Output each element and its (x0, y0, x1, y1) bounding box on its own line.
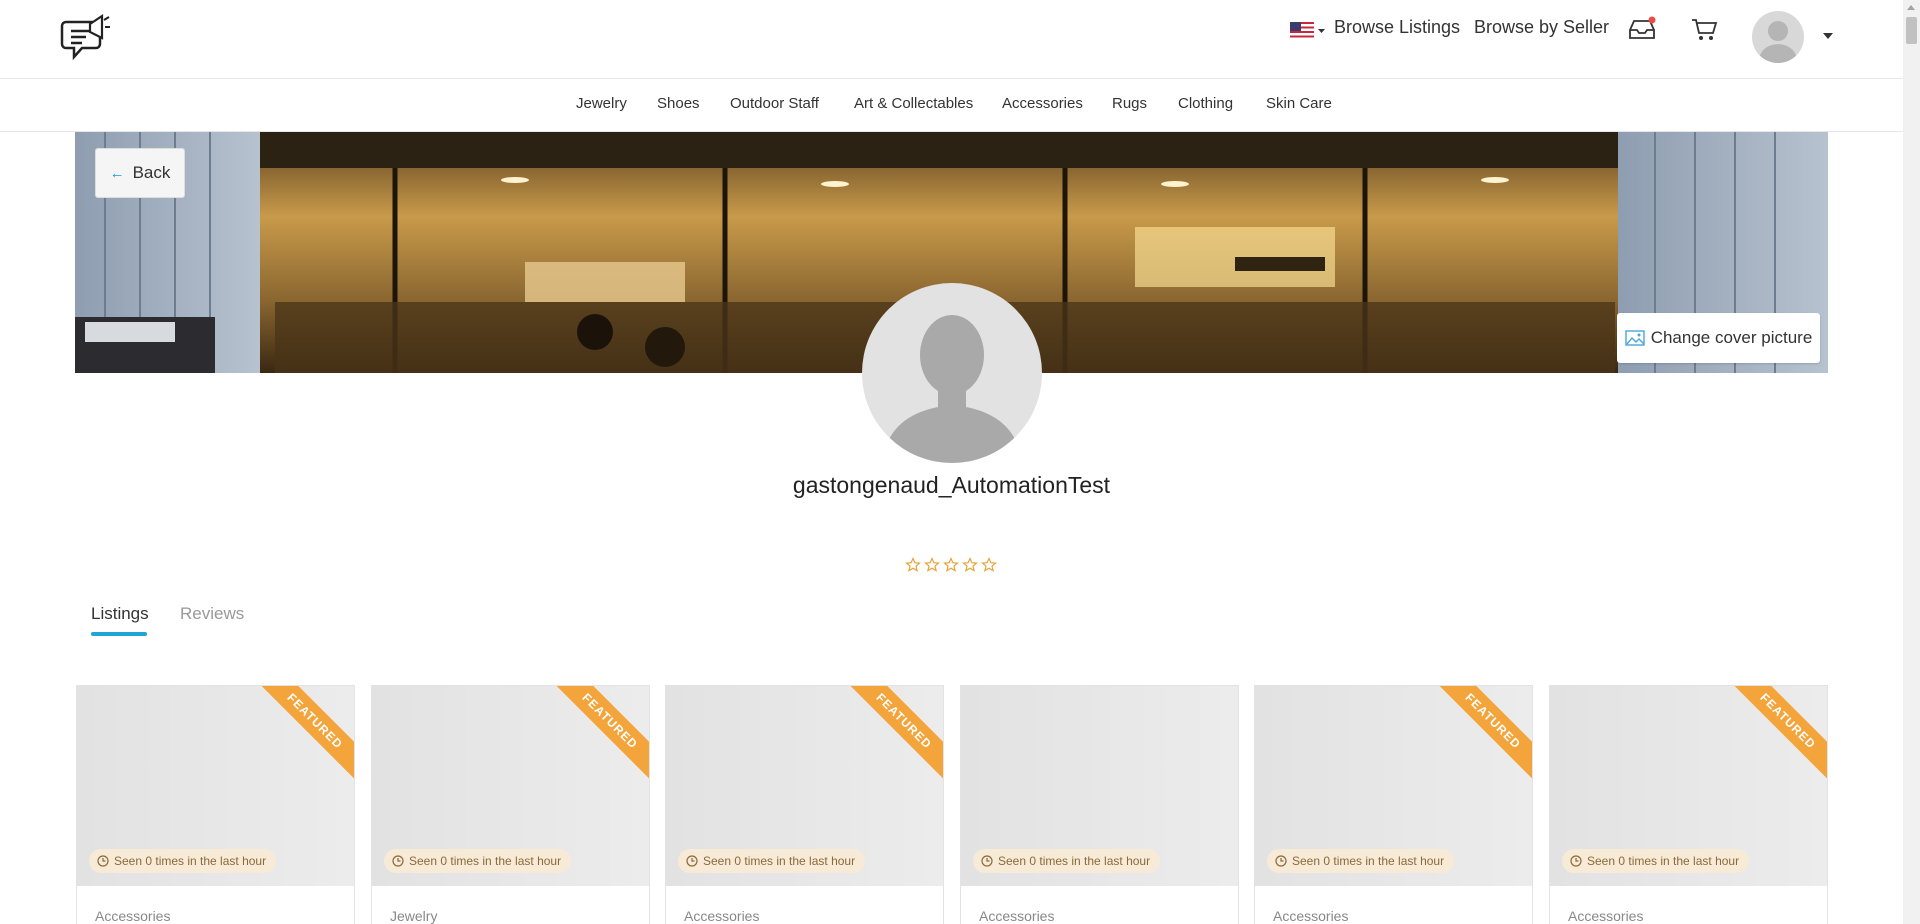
category-accessories[interactable]: Accessories (1002, 95, 1083, 112)
arrow-left-icon: ← (109, 164, 125, 182)
back-button[interactable]: ← Back (95, 148, 185, 198)
seen-count-badge: Seen 0 times in the last hour (678, 849, 866, 873)
category-outdoor-staff[interactable]: Outdoor Staff (730, 95, 819, 112)
top-header: Browse Listings Browse by Seller (0, 0, 1903, 79)
category-art-collectables[interactable]: Art & Collectables (854, 95, 973, 112)
clock-icon (392, 855, 404, 867)
clock-icon (97, 855, 109, 867)
listing-card[interactable]: FEATURED Seen 0 times in the last hour A… (76, 685, 355, 924)
star-outline-icon (924, 557, 940, 572)
seen-count-badge: Seen 0 times in the last hour (973, 849, 1161, 873)
logo-icon[interactable] (60, 12, 112, 68)
cart-icon[interactable] (1690, 16, 1718, 42)
seen-count-badge: Seen 0 times in the last hour (1562, 849, 1750, 873)
tab-listings[interactable]: Listings (91, 604, 149, 624)
seen-text: Seen 0 times in the last hour (1292, 854, 1445, 868)
scroll-up-arrow-icon[interactable] (1907, 5, 1915, 10)
listing-card[interactable]: Seen 0 times in the last hour Accessorie… (960, 685, 1239, 924)
seen-text: Seen 0 times in the last hour (114, 854, 267, 868)
seen-count-badge: Seen 0 times in the last hour (89, 849, 277, 873)
us-flag-icon[interactable] (1290, 20, 1326, 40)
category-jewelry[interactable]: Jewelry (576, 95, 627, 112)
user-avatar[interactable] (1752, 11, 1804, 63)
clock-icon (1570, 855, 1582, 867)
profile-username: gastongenaud_AutomationTest (792, 472, 1111, 498)
category-shoes[interactable]: Shoes (657, 95, 700, 112)
person-silhouette-icon (1758, 21, 1798, 63)
scrollbar-thumb[interactable] (1906, 17, 1917, 44)
category-skin-care[interactable]: Skin Care (1266, 95, 1332, 112)
listing-category: Accessories (979, 908, 1055, 924)
listing-card[interactable]: FEATURED Seen 0 times in the last hour A… (1254, 685, 1533, 924)
seen-text: Seen 0 times in the last hour (1587, 854, 1740, 868)
clock-icon (686, 855, 698, 867)
seen-text: Seen 0 times in the last hour (409, 854, 562, 868)
change-cover-button[interactable]: Change cover picture (1617, 313, 1820, 363)
listing-category: Accessories (684, 908, 760, 924)
star-outline-icon (905, 557, 921, 572)
listing-card[interactable]: FEATURED Seen 0 times in the last hour J… (371, 685, 650, 924)
profile-avatar (862, 283, 1042, 463)
listing-card[interactable]: FEATURED Seen 0 times in the last hour A… (665, 685, 944, 924)
listing-card[interactable]: FEATURED Seen 0 times in the last hour A… (1549, 685, 1828, 924)
star-outline-icon (943, 557, 959, 572)
browse-listings-link[interactable]: Browse Listings (1334, 17, 1460, 38)
category-rugs[interactable]: Rugs (1112, 95, 1147, 112)
vertical-scrollbar[interactable] (1903, 0, 1920, 924)
inbox-icon[interactable] (1627, 16, 1657, 42)
listing-category: Jewelry (390, 908, 438, 924)
clock-icon (981, 855, 993, 867)
back-label: Back (132, 163, 171, 182)
change-cover-label: Change cover picture (1650, 328, 1813, 347)
listing-category: Accessories (1568, 908, 1644, 924)
listing-category: Accessories (95, 908, 171, 924)
star-outline-icon (981, 557, 997, 572)
seen-count-badge: Seen 0 times in the last hour (384, 849, 572, 873)
active-tab-indicator (91, 632, 147, 636)
browse-by-seller-link[interactable]: Browse by Seller (1474, 17, 1609, 38)
star-outline-icon (962, 557, 978, 572)
category-clothing[interactable]: Clothing (1178, 95, 1233, 112)
seen-text: Seen 0 times in the last hour (703, 854, 856, 868)
category-bar: Jewelry Shoes Outdoor Staff Art & Collec… (0, 79, 1903, 132)
seen-count-badge: Seen 0 times in the last hour (1267, 849, 1455, 873)
clock-icon (1275, 855, 1287, 867)
person-silhouette-icon (882, 315, 1022, 463)
rating-stars (905, 557, 997, 573)
user-menu-caret-icon[interactable] (1823, 33, 1833, 39)
listing-category: Accessories (1273, 908, 1349, 924)
tab-reviews[interactable]: Reviews (180, 604, 244, 624)
image-icon (1625, 330, 1645, 346)
seen-text: Seen 0 times in the last hour (998, 854, 1151, 868)
